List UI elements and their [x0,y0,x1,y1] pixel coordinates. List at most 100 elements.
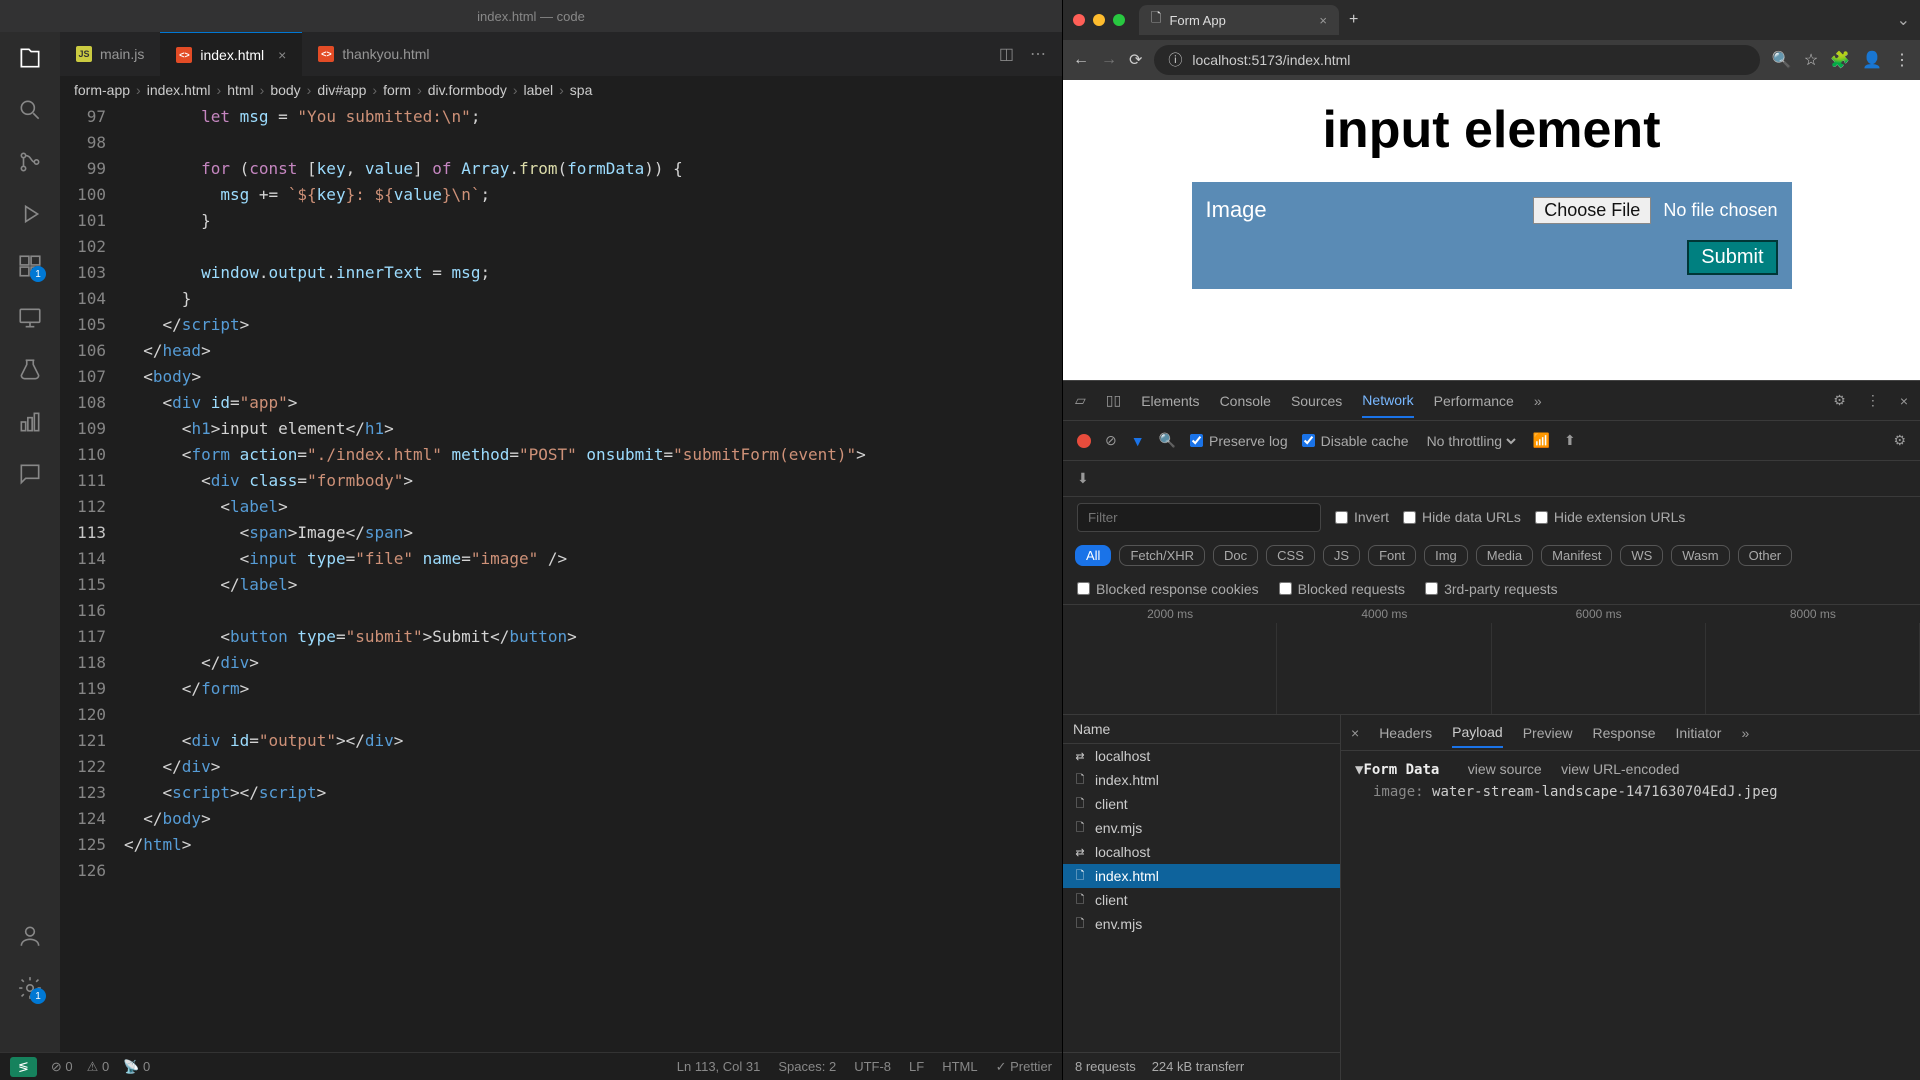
reload-button[interactable]: ⟳ [1129,50,1142,70]
filter-chip-ws[interactable]: WS [1620,545,1663,566]
choose-file-button[interactable]: Choose File [1533,197,1651,224]
request-row[interactable]: 🗋client [1063,792,1340,816]
detail-tab-headers[interactable]: Headers [1379,719,1432,747]
explorer-icon[interactable] [16,44,44,72]
view-source-link[interactable]: view source [1468,761,1542,777]
record-button[interactable] [1077,434,1091,448]
request-row[interactable]: 🗋env.mjs [1063,816,1340,840]
detail-tab-response[interactable]: Response [1593,719,1656,747]
clear-icon[interactable]: ⊘ [1105,432,1117,449]
devtools-settings-icon[interactable]: ⚙ [1833,392,1846,409]
filter-input[interactable] [1077,503,1321,532]
throttling-select[interactable]: No throttling [1423,432,1519,450]
code-content[interactable]: let msg = "You submitted:\n"; for (const… [124,104,1062,1052]
filter-chip-img[interactable]: Img [1424,545,1468,566]
zoom-icon[interactable]: 🔍 [1772,50,1792,70]
extensions-icon[interactable]: 1 [16,252,44,280]
breadcrumb[interactable]: form-app› index.html› html› body› div#ap… [60,76,1062,104]
account-icon[interactable] [16,922,44,950]
hide-ext-urls-checkbox[interactable]: Hide extension URLs [1535,509,1686,525]
filter-chip-font[interactable]: Font [1368,545,1416,566]
filter-chip-all[interactable]: All [1075,545,1111,566]
radio-count[interactable]: 📡 0 [123,1059,150,1075]
chart-icon[interactable] [16,408,44,436]
disable-cache-checkbox[interactable]: Disable cache [1302,433,1409,449]
request-row[interactable]: 🗋env.mjs [1063,912,1340,936]
close-window-button[interactable] [1073,14,1085,26]
encoding-status[interactable]: UTF-8 [854,1059,891,1075]
request-row[interactable]: ⇄localhost [1063,744,1340,768]
search-icon[interactable] [16,96,44,124]
network-timeline[interactable]: 2000 ms 4000 ms 6000 ms 8000 ms [1063,605,1920,715]
filter-chip-other[interactable]: Other [1738,545,1793,566]
scm-icon[interactable] [16,148,44,176]
inspect-icon[interactable]: ▱ [1075,392,1086,409]
debug-icon[interactable] [16,200,44,228]
detail-tab-initiator[interactable]: Initiator [1676,719,1722,747]
more-detail-tabs-icon[interactable]: » [1741,725,1749,741]
search-icon[interactable]: 🔍 [1159,432,1176,449]
blocked-cookies-checkbox[interactable]: Blocked response cookies [1077,581,1259,597]
request-row[interactable]: 🗋index.html [1063,864,1340,888]
tab-thankyou-html[interactable]: <>thankyou.html [302,32,445,76]
new-tab-button[interactable]: + [1349,11,1358,29]
name-column-header[interactable]: Name [1063,715,1340,744]
settings-gear-icon[interactable]: 1 [16,974,44,1002]
preserve-log-checkbox[interactable]: Preserve log [1190,433,1288,449]
filter-chip-fetchxhr[interactable]: Fetch/XHR [1119,545,1205,566]
profile-icon[interactable]: 👤 [1862,50,1882,70]
tab-network[interactable]: Network [1362,384,1413,418]
filter-chip-media[interactable]: Media [1476,545,1533,566]
request-row[interactable]: 🗋index.html [1063,768,1340,792]
invert-checkbox[interactable]: Invert [1335,509,1389,525]
maximize-window-button[interactable] [1113,14,1125,26]
tab-close-icon[interactable]: × [278,47,286,63]
view-url-encoded-link[interactable]: view URL-encoded [1561,761,1679,777]
request-row[interactable]: ⇄localhost [1063,840,1340,864]
prettier-status[interactable]: ✓ Prettier [996,1059,1052,1075]
back-button[interactable]: ← [1073,51,1089,69]
import-har-icon[interactable]: ⬆ [1564,432,1576,449]
third-party-checkbox[interactable]: 3rd-party requests [1425,581,1558,597]
tab-console[interactable]: Console [1220,385,1271,417]
cursor-position[interactable]: Ln 113, Col 31 [677,1059,761,1075]
tab-sources[interactable]: Sources [1291,385,1342,417]
forward-button[interactable]: → [1101,51,1117,69]
submit-button[interactable]: Submit [1687,240,1777,275]
detail-tab-preview[interactable]: Preview [1523,719,1573,747]
tab-index-html[interactable]: <>index.html× [160,32,302,76]
download-icon[interactable]: ⬇ [1077,470,1089,487]
code-editor[interactable]: 9798991001011021031041051061071081091101… [60,104,1062,1052]
form-data-header[interactable]: ▼Form Data view source view URL-encoded [1355,761,1906,778]
extensions-puzzle-icon[interactable]: 🧩 [1830,50,1850,70]
tab-performance[interactable]: Performance [1434,385,1514,417]
minimize-window-button[interactable] [1093,14,1105,26]
filter-toggle-icon[interactable]: ▼ [1131,433,1145,449]
testing-icon[interactable] [16,356,44,384]
more-actions-icon[interactable]: ⋯ [1030,44,1046,64]
hide-data-urls-checkbox[interactable]: Hide data URLs [1403,509,1521,525]
filter-chip-js[interactable]: JS [1323,545,1360,566]
network-conditions-icon[interactable]: 📶 [1533,432,1550,449]
filter-chip-doc[interactable]: Doc [1213,545,1258,566]
blocked-requests-checkbox[interactable]: Blocked requests [1279,581,1405,597]
request-row[interactable]: 🗋client [1063,888,1340,912]
filter-chip-css[interactable]: CSS [1266,545,1315,566]
chat-icon[interactable] [16,460,44,488]
remote-icon[interactable] [16,304,44,332]
language-status[interactable]: HTML [942,1059,977,1075]
remote-indicator[interactable]: ≶ [10,1057,37,1077]
filter-chip-manifest[interactable]: Manifest [1541,545,1612,566]
close-detail-icon[interactable]: × [1351,725,1359,741]
tab-list-icon[interactable]: ⌄ [1897,10,1910,30]
eol-status[interactable]: LF [909,1059,924,1075]
more-tabs-icon[interactable]: » [1534,393,1542,409]
tab-elements[interactable]: Elements [1141,385,1199,417]
browser-tab[interactable]: 🗋 Form App × [1139,5,1339,35]
tab-main-js[interactable]: JSmain.js [60,32,160,76]
filter-chip-wasm[interactable]: Wasm [1671,545,1729,566]
bookmark-icon[interactable]: ☆ [1804,50,1818,70]
device-toggle-icon[interactable]: ▯▯ [1106,392,1121,409]
split-editor-icon[interactable]: ◫ [999,44,1014,64]
detail-tab-payload[interactable]: Payload [1452,718,1503,748]
